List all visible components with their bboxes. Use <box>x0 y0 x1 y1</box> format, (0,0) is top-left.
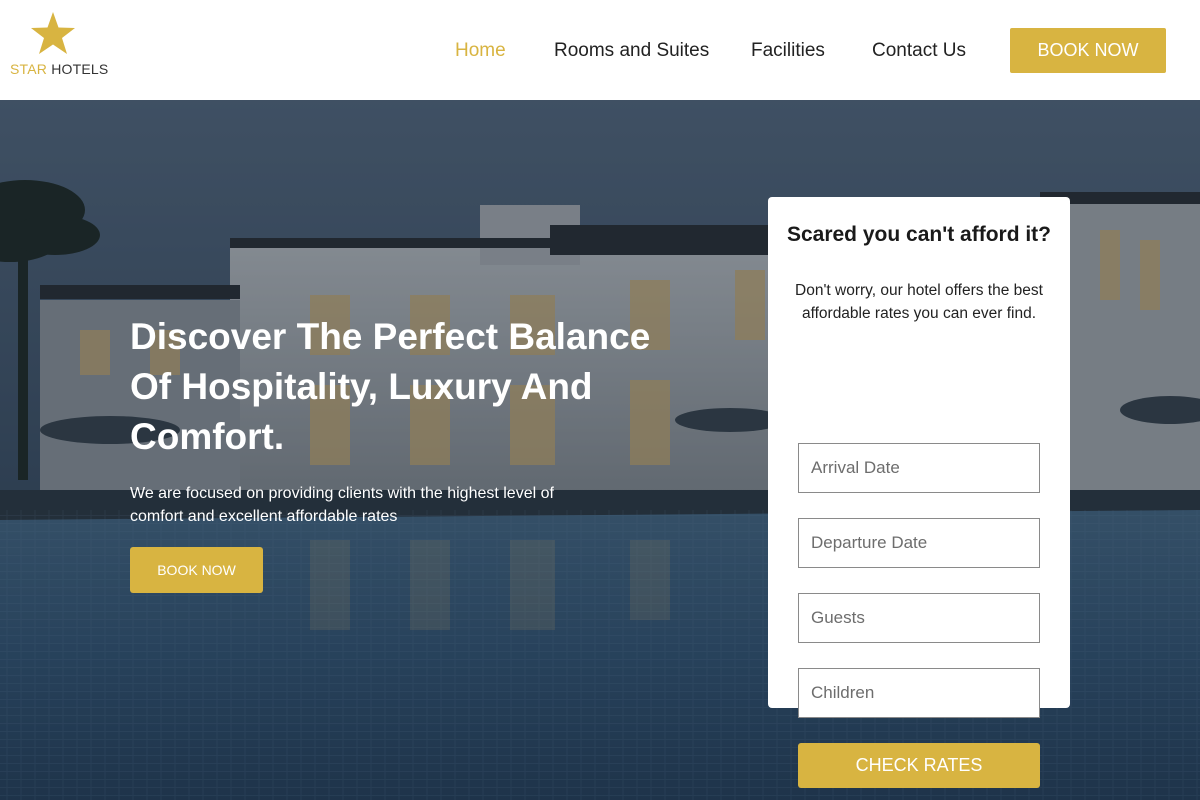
nav-home[interactable]: Home <box>455 40 506 62</box>
card-description: Don't worry, our hotel offers the best a… <box>795 282 1043 322</box>
brand-name-hotels: HOTELS <box>51 61 109 77</box>
departure-date-input[interactable] <box>798 518 1040 568</box>
guests-input[interactable] <box>798 593 1040 643</box>
nav-facilities[interactable]: Facilities <box>751 40 825 62</box>
check-rates-card: Scared you can't afford it? Don't worry,… <box>768 197 1070 788</box>
nav-contact-us[interactable]: Contact Us <box>872 40 966 62</box>
hero-book-now-button[interactable]: BOOK NOW <box>130 547 263 593</box>
check-rates-button[interactable]: CHECK RATES <box>798 743 1040 788</box>
hero-title: Discover The Perfect Balance Of Hospital… <box>130 316 651 457</box>
nav-rooms-and-suites[interactable]: Rooms and Suites <box>554 40 709 62</box>
logo[interactable]: STAR HOTELS <box>10 12 110 82</box>
star-icon <box>31 12 75 54</box>
arrival-date-input[interactable] <box>798 443 1040 493</box>
hero-subtitle: We are focused on providing clients with… <box>130 485 554 525</box>
header-book-now-button[interactable]: BOOK NOW <box>1010 28 1166 73</box>
site-header: STAR HOTELS Home Rooms and Suites Facili… <box>0 0 1200 100</box>
brand-name: STAR HOTELS <box>10 61 108 77</box>
hero-section: Discover The Perfect Balance Of Hospital… <box>0 100 1200 800</box>
brand-name-star: STAR <box>10 61 48 77</box>
card-title: Scared you can't afford it? <box>786 223 1052 246</box>
children-input[interactable] <box>798 668 1040 718</box>
